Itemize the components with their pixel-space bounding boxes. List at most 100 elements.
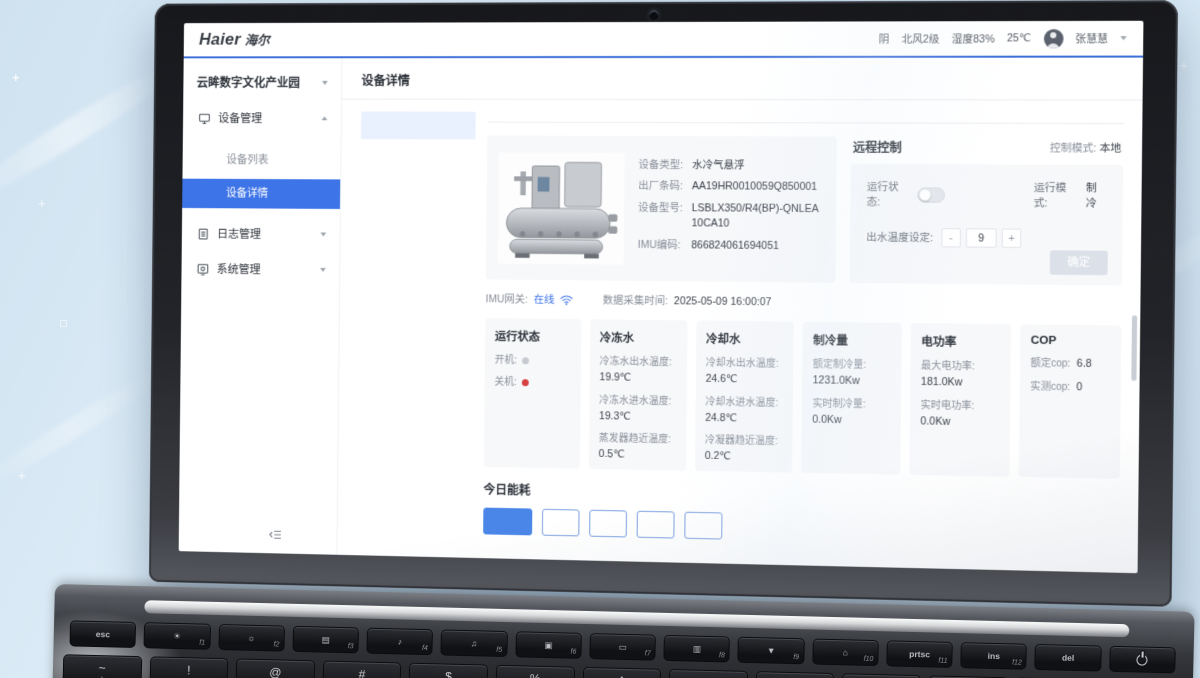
keyboard-key: ▣ f6 [515,631,582,659]
temp-increase-button[interactable]: + [1002,229,1022,248]
sidebar-item-label: 日志管理 [217,226,313,242]
sidebar-item-log-mgmt[interactable]: 日志管理 [182,216,340,253]
metric-item: 开机: [495,354,572,368]
metric-label: 关机: [494,377,516,388]
metric-value: 0.2℃ [705,450,783,465]
metric-label: 实时制冷量: [812,398,865,410]
scrollbar-thumb[interactable] [1131,315,1137,381]
control-mode: 控制模式:本地 [1050,140,1121,156]
device-field: IMU编码: 866824061694051 [638,237,824,253]
device-field: 出厂条码: AA19HR0010059Q850001 [638,179,824,195]
energy-range-button[interactable] [483,508,532,536]
metric-item: 冷却水出水温度: 24.6℃ [705,357,783,388]
run-state-toggle[interactable] [918,187,945,202]
device-field: 设备型号: LSBLX350/R4(BP)-QNLEA10CA10 [638,201,824,232]
tab-bar [487,100,1124,124]
brand-logo-cn: 海尔 [245,33,270,48]
key-label: f2 [273,641,279,648]
keyboard-key: ! 1 [149,656,229,678]
metric-item: 关机: [494,376,571,390]
metric-label: 冷冻水进水温度: [599,395,671,407]
keyboard-key: % 5 [495,665,575,678]
run-mode-value: 制冷 [1086,180,1107,211]
temp-decrease-button[interactable]: - [941,228,961,247]
key-glyph: del [1062,653,1075,663]
key-glyph: ♫ [471,638,478,648]
sidebar-item-device-mgmt[interactable]: 设备管理 [183,100,341,136]
user-avatar[interactable] [1043,29,1063,48]
key-shift-symbol: ~ [99,661,106,675]
keyboard-key: ^ 6 [582,667,662,678]
metric-value: 0 [1076,381,1082,393]
collect-time-value: 2025-05-09 16:00:07 [674,295,772,308]
metric-label: 最大电功率: [921,361,975,373]
device-photo [498,152,625,264]
background-plus-mark: + [12,70,20,85]
chevron-down-icon [320,232,326,236]
key-label: f5 [496,647,502,654]
status-dot-gray [522,357,529,364]
sidebar-item-device-list[interactable]: 设备列表 [182,145,340,175]
metric-card-title: 电功率 [921,333,1001,350]
user-name[interactable]: 张慧慧 [1075,31,1108,46]
key-label: f6 [570,649,576,656]
park-name: 云眸数字文化产业园 [197,74,300,91]
metric-label: 实测cop: [1030,381,1070,393]
metric-value: 19.3℃ [599,410,676,425]
run-state-label: 运行状态: [866,179,909,210]
keyboard-key: prtsc f11 [886,640,953,668]
key-shift-symbol: ! [187,663,191,677]
temp-setpoint-value[interactable]: 9 [966,228,997,248]
key-glyph: prtsc [909,649,930,660]
keyboard-key: ⌂ f10 [812,639,879,667]
device-field-label: 出厂条码: [638,179,692,194]
metric-label: 冷却水进水温度: [705,396,778,408]
remote-control-card: 运行状态: 运行模式: 制冷 出水温度设定: - [850,164,1124,286]
metric-value: 24.6℃ [705,373,783,388]
metric-card: 冷却水冷却水出水温度:24.6℃冷却水进水温度:24.8℃冷凝器趋近温度:0.2… [695,321,795,473]
energy-section-title: 今日能耗 [483,481,1119,511]
system-icon [197,262,209,275]
metric-value: 0.0Kw [920,415,1000,430]
gateway-row: IMU网关: 在线 数据采集时间: 2025-05-09 16:00:07 [485,291,1121,313]
energy-range-button[interactable] [542,509,580,537]
key-shift-symbol: % [530,672,541,678]
keyboard-key: * 8 [755,671,835,678]
metric-item: 最大电功率:181.0Kw [921,360,1001,391]
collapse-sidebar-icon[interactable] [268,528,282,542]
background-square-mark [60,320,67,327]
outlet-temp-label: 出水温度设定: [866,230,933,246]
keyboard-key: & 7 [668,669,748,678]
machine-list-item[interactable] [361,145,476,173]
confirm-button[interactable]: 确定 [1050,250,1108,275]
sidebar-item-park[interactable]: 云眸数字文化产业园 [183,66,341,100]
key-glyph: ☀ [173,630,181,641]
main-content: 设备详情 [337,58,1143,574]
energy-range-button[interactable] [637,511,675,539]
keyboard-key: ♪ f4 [366,628,433,656]
metric-item: 实时电功率:0.0Kw [920,399,1000,430]
metric-label: 冷冻水出水温度: [600,356,672,368]
energy-range-button[interactable] [589,510,627,538]
metric-label: 额定cop: [1030,358,1070,370]
machine-list [357,100,476,534]
metric-item: 冷却水进水温度:24.8℃ [705,395,783,426]
device-info-box: 设备类型: 水冷气悬浮 出厂条码: AA19HR0010059Q850001 设… [486,136,837,283]
chiller-image [501,155,622,261]
webcam [649,10,659,20]
keyboard-key: ☼ f2 [218,624,285,652]
power-icon [1137,654,1148,665]
chevron-down-icon [322,80,328,84]
energy-range-button[interactable] [684,512,722,540]
device-field-label: 设备型号: [638,201,692,231]
sidebar-item-sys-mgmt[interactable]: 系统管理 [181,251,339,288]
chevron-down-icon[interactable] [1120,36,1126,40]
metric-label: 冷却水出水温度: [706,358,779,370]
machine-list-item[interactable] [361,111,476,139]
sidebar-item-device-detail[interactable]: 设备详情 [182,179,340,209]
remote-control-title: 远程控制 [853,139,902,156]
wifi-signal-icon [560,294,573,306]
brand-logo-en: Haier [199,30,241,49]
keyboard-key: esc [69,620,136,648]
metric-value: 6.8 [1077,358,1092,370]
